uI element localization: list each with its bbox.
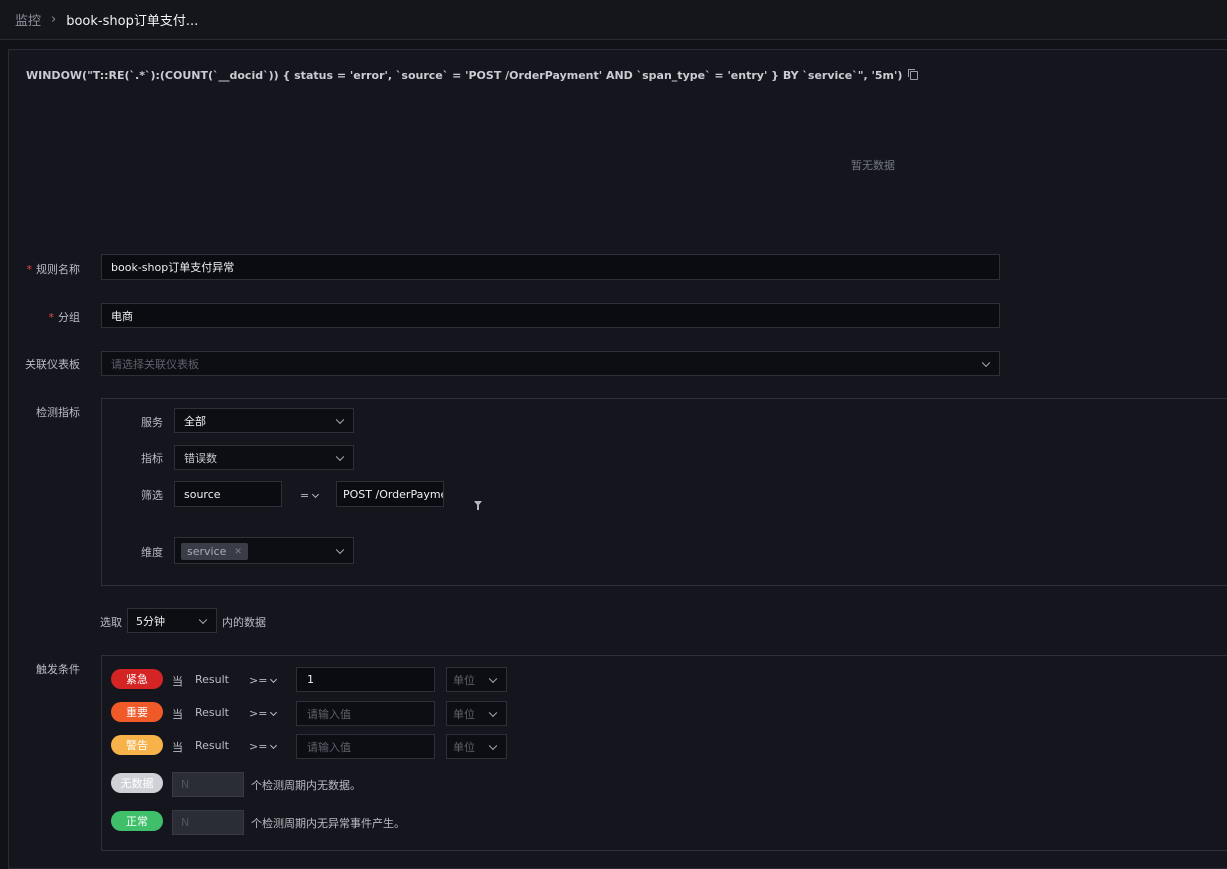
warning-threshold-input[interactable]: 请输入值 xyxy=(296,734,435,759)
service-label: 服务 xyxy=(141,416,163,429)
dashboard-select[interactable]: 请选择关联仪表板 xyxy=(101,351,1000,376)
top-bar: 监控 › book-shop订单支付... xyxy=(0,0,1227,40)
level-critical-badge: 紧急 xyxy=(111,669,163,689)
condition-operator-select[interactable]: >= xyxy=(249,674,278,687)
chevron-down-icon xyxy=(270,675,278,684)
chevron-down-icon xyxy=(335,545,345,554)
filter-operator-select[interactable]: = xyxy=(300,489,320,502)
nodata-period-input[interactable]: N xyxy=(172,772,244,797)
unit-placeholder: 单位 xyxy=(453,740,475,754)
condition-operator-select[interactable]: >= xyxy=(249,707,278,720)
level-major-badge: 重要 xyxy=(111,702,163,722)
indicator-label: 指标 xyxy=(141,452,163,465)
window-select[interactable]: 5分钟 xyxy=(127,608,217,633)
group-input[interactable]: 电商 xyxy=(101,303,1000,328)
unit-select[interactable]: 单位 xyxy=(446,734,507,759)
when-text: 当 xyxy=(172,741,183,754)
filter-field-input[interactable]: source xyxy=(174,481,282,507)
close-icon[interactable]: ✕ xyxy=(234,547,242,557)
when-text: 当 xyxy=(172,708,183,721)
chevron-down-icon xyxy=(335,415,345,424)
query-expression: WINDOW("T::RE(`.*`):(COUNT(`__docid`)) {… xyxy=(26,69,926,82)
copy-icon[interactable] xyxy=(908,69,919,80)
chevron-down-icon xyxy=(312,490,320,499)
critical-threshold-value: 1 xyxy=(307,673,314,686)
dimension-tag-label: service xyxy=(187,545,227,558)
chevron-down-icon xyxy=(270,708,278,717)
dashboard-placeholder: 请选择关联仪表板 xyxy=(111,357,199,371)
filter-field-value: source xyxy=(184,487,221,501)
breadcrumb-root[interactable]: 监控 xyxy=(15,10,41,29)
rule-name-value: book-shop订单支付异常 xyxy=(111,261,235,274)
unit-select[interactable]: 单位 xyxy=(446,701,507,726)
required-mark: * xyxy=(48,311,55,324)
normal-text: 个检测周期内无异常事件产生。 xyxy=(251,817,405,830)
dimension-tag: service ✕ xyxy=(181,543,248,560)
field-text: Result xyxy=(195,673,229,686)
chart-empty-text: 暂无数据 xyxy=(851,159,895,172)
unit-placeholder: 单位 xyxy=(453,707,475,721)
window-suffix: 内的数据 xyxy=(222,616,266,629)
condition-operator-value: >= xyxy=(249,674,268,687)
level-nodata-badge: 无数据 xyxy=(111,773,163,793)
chevron-right-icon: › xyxy=(51,12,57,27)
when-text: 当 xyxy=(172,675,183,688)
service-value: 全部 xyxy=(184,414,206,428)
unit-select[interactable]: 单位 xyxy=(446,667,507,692)
critical-threshold-input[interactable]: 1 xyxy=(296,667,435,692)
indicator-value: 错误数 xyxy=(184,451,217,465)
nodata-period-placeholder: N xyxy=(181,778,190,791)
condition-operator-value: >= xyxy=(249,740,268,753)
query-text: WINDOW("T::RE(`.*`):(COUNT(`__docid`)) {… xyxy=(26,69,903,82)
breadcrumb-current: book-shop订单支付... xyxy=(66,14,199,29)
field-text: Result xyxy=(195,706,229,719)
required-mark: * xyxy=(26,263,33,276)
filter-value-text: POST /OrderPayme xyxy=(343,487,444,501)
group-label: * 分组 xyxy=(20,309,81,325)
filter-operator-value: = xyxy=(300,489,310,502)
window-value: 5分钟 xyxy=(136,614,165,628)
filter-label: 筛选 xyxy=(141,489,163,502)
chevron-down-icon xyxy=(488,674,498,683)
warning-threshold-placeholder: 请输入值 xyxy=(307,740,351,754)
chevron-down-icon xyxy=(488,741,498,750)
chevron-down-icon xyxy=(488,708,498,717)
condition-operator-value: >= xyxy=(249,707,268,720)
chevron-down-icon xyxy=(270,741,278,750)
major-threshold-input[interactable]: 请输入值 xyxy=(296,701,435,726)
trigger-label: 触发条件 xyxy=(36,663,80,676)
rule-name-label: * 规则名称 xyxy=(20,261,81,277)
service-select[interactable]: 全部 xyxy=(174,408,354,433)
unit-placeholder: 单位 xyxy=(453,673,475,687)
dashboard-label: 关联仪表板 xyxy=(25,358,80,371)
level-warning-badge: 警告 xyxy=(111,735,163,755)
metric-label: 检测指标 xyxy=(36,406,80,419)
filter-icon[interactable] xyxy=(474,501,482,510)
group-value: 电商 xyxy=(111,309,133,323)
dimension-label: 维度 xyxy=(141,546,163,559)
chevron-down-icon xyxy=(335,452,345,461)
window-prefix: 选取 xyxy=(100,616,122,629)
normal-period-input[interactable]: N xyxy=(172,810,244,835)
major-threshold-placeholder: 请输入值 xyxy=(307,707,351,721)
normal-period-placeholder: N xyxy=(181,816,190,829)
nodata-text: 个检测周期内无数据。 xyxy=(251,779,361,792)
rule-name-label-text: 规则名称 xyxy=(36,263,80,276)
group-label-text: 分组 xyxy=(58,311,80,324)
field-text: Result xyxy=(195,739,229,752)
indicator-select[interactable]: 错误数 xyxy=(174,445,354,470)
level-normal-badge: 正常 xyxy=(111,811,163,831)
condition-operator-select[interactable]: >= xyxy=(249,740,278,753)
chevron-down-icon xyxy=(981,358,991,367)
chevron-down-icon xyxy=(198,615,208,624)
filter-value-input[interactable]: POST /OrderPayme xyxy=(336,481,444,507)
rule-name-input[interactable]: book-shop订单支付异常 xyxy=(101,254,1000,280)
